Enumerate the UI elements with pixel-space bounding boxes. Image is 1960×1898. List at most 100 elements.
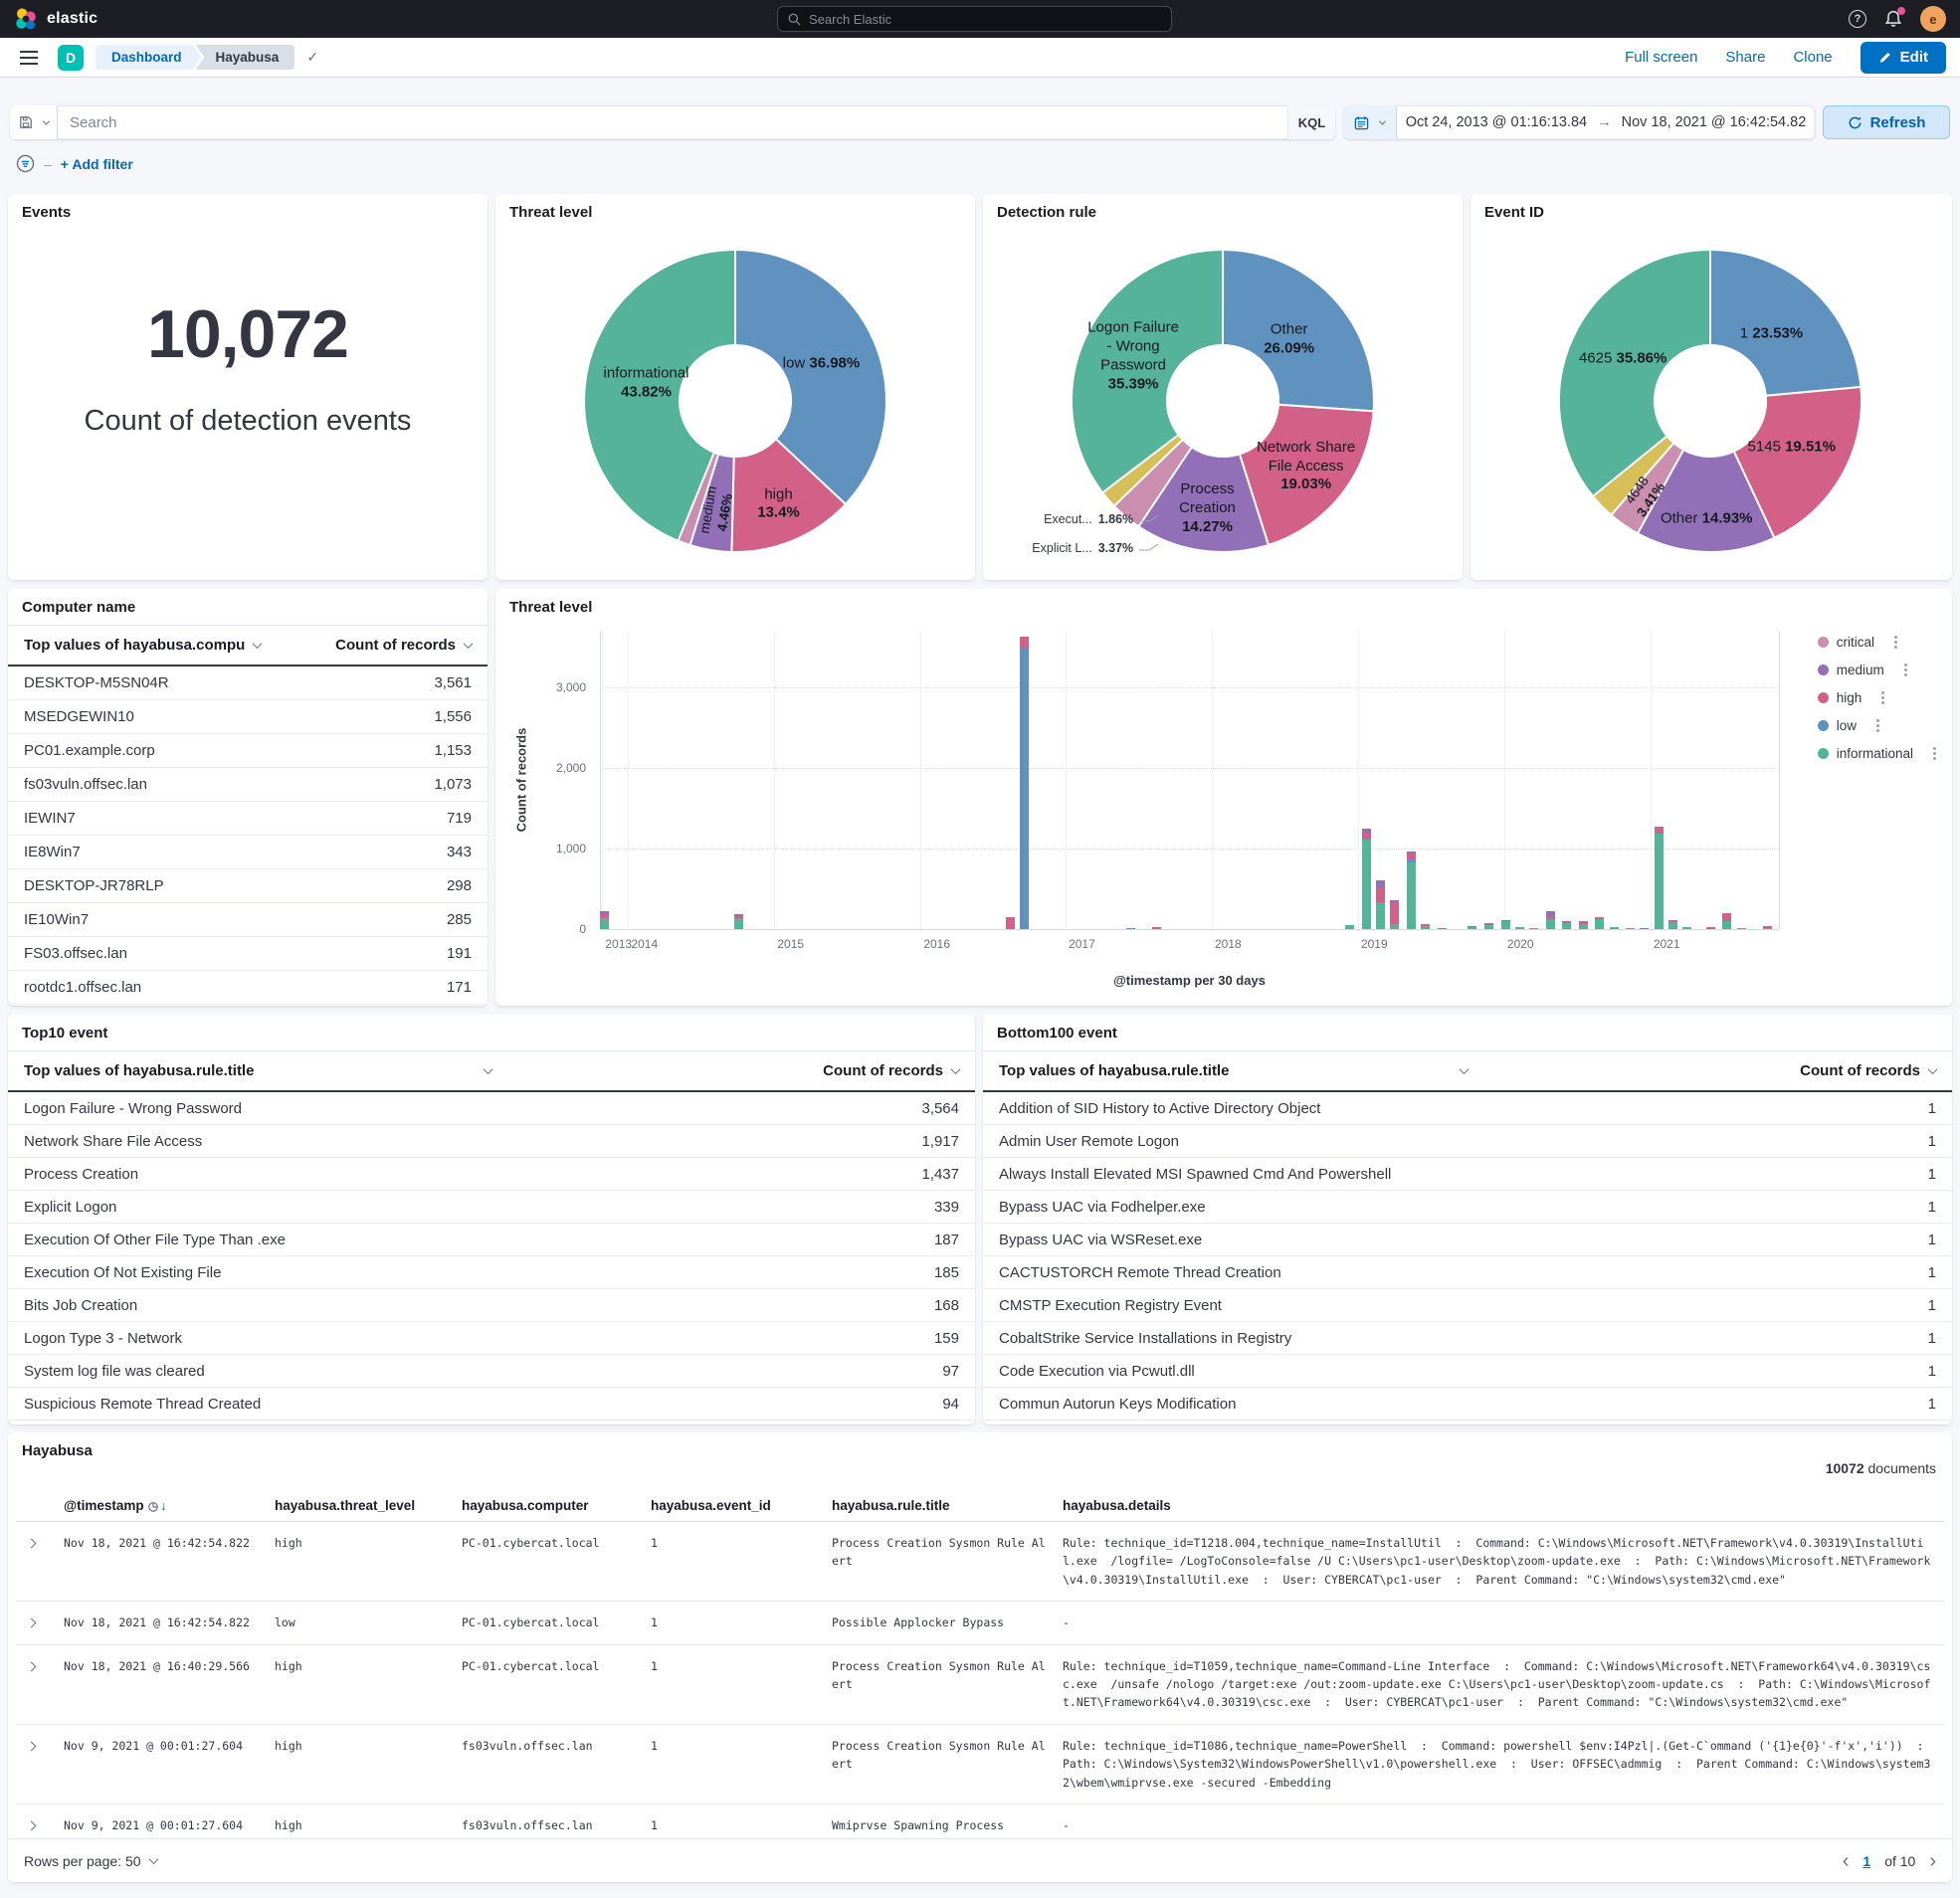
histogram-bar-informational[interactable] (1722, 921, 1731, 929)
check-icon[interactable]: ✓ (306, 49, 318, 66)
histogram-bar-informational[interactable] (1362, 840, 1371, 929)
histogram-bar-high[interactable] (1421, 924, 1430, 926)
histogram-bar-low[interactable] (1407, 858, 1416, 862)
histogram-bar-medium[interactable] (1376, 880, 1385, 887)
help-icon[interactable]: ? (1849, 10, 1866, 28)
histogram-bar-high[interactable] (1438, 928, 1447, 930)
histogram-bar-informational[interactable] (1376, 902, 1385, 929)
table-row[interactable]: fs03vuln.offsec.lan1,073 (8, 768, 488, 802)
share-link[interactable]: Share (1725, 49, 1765, 66)
column-header-values[interactable]: Top values of hayabusa.rule.title (999, 1062, 1468, 1079)
histogram-bar-high[interactable] (1390, 902, 1399, 924)
histogram-bar-medium[interactable] (1579, 921, 1588, 923)
dashboard-app-badge[interactable]: D (58, 45, 84, 71)
table-row[interactable]: Bits Job Creation168 (8, 1289, 975, 1322)
donut-slice-1[interactable] (1710, 250, 1861, 396)
histogram-bar-informational[interactable] (600, 918, 609, 929)
histogram-bar-low[interactable] (1126, 928, 1135, 930)
table-row[interactable]: Network Share File Access1,917 (8, 1125, 975, 1158)
edit-button[interactable]: Edit (1861, 42, 1946, 74)
column-header-count[interactable]: Count of records (1800, 1062, 1936, 1079)
table-row[interactable]: MSEDGEWIN101,556 (8, 700, 488, 734)
histogram-bar-high[interactable] (1006, 917, 1015, 929)
table-row[interactable]: Bypass UAC via WSReset.exe1 (983, 1224, 1952, 1256)
table-row[interactable]: DESKTOP-M5SN04R3,561 (8, 666, 488, 700)
histogram-bar-informational[interactable] (734, 918, 743, 929)
table-row[interactable]: Execution Of Not Existing File185 (8, 1256, 975, 1289)
column-header-values[interactable]: Top values of hayabusa.compu (24, 637, 261, 654)
date-range-picker[interactable]: Oct 24, 2013 @ 01:16:13.84 → Nov 18, 202… (1343, 105, 1815, 139)
histogram-bar-high[interactable] (1468, 926, 1476, 928)
column-header-values[interactable]: Top values of hayabusa.rule.title (24, 1062, 491, 1079)
legend-item-informational[interactable]: informational (1818, 746, 1936, 761)
page-number-current[interactable]: 1 (1862, 1853, 1870, 1869)
histogram-bar-high[interactable] (1484, 923, 1493, 925)
table-row[interactable]: IEWIN7719 (8, 802, 488, 836)
legend-actions-icon[interactable] (1894, 636, 1897, 639)
expand-row-icon[interactable] (27, 1661, 37, 1671)
legend-item-medium[interactable]: medium (1818, 663, 1936, 677)
global-search-input[interactable]: Search Elastic (777, 6, 1172, 32)
histogram-bar-high[interactable] (1763, 926, 1772, 928)
table-row[interactable]: Explicit Logon339 (8, 1191, 975, 1224)
table-row[interactable]: IE8Win7343 (8, 836, 488, 869)
add-filter-link[interactable]: + Add filter (61, 156, 133, 172)
table-row[interactable]: Admin User Remote Logon1 (983, 1125, 1952, 1158)
table-row[interactable]: FS03.offsec.lan191 (8, 937, 488, 971)
date-quick-select-button[interactable] (1343, 105, 1397, 139)
histogram-bar-high[interactable] (1501, 920, 1510, 922)
table-row[interactable]: DESKTOP-JR78RLP298 (8, 869, 488, 903)
sort-desc-icon[interactable]: ↓ (160, 1498, 167, 1513)
histogram-bar-informational[interactable] (1546, 919, 1555, 929)
histogram-bar-informational[interactable] (1421, 926, 1430, 929)
column-header-computer[interactable]: hayabusa.computer (454, 1490, 643, 1522)
histogram-bar-informational[interactable] (1763, 928, 1772, 930)
table-row[interactable]: Addition of SID History to Active Direct… (983, 1092, 1952, 1125)
table-row[interactable]: Execution Of Other File Type Than .exe18… (8, 1224, 975, 1256)
table-row[interactable]: CMSTP Execution Registry Event1 (983, 1289, 1952, 1322)
histogram-bar-medium[interactable] (600, 911, 609, 914)
histogram-bar-high[interactable] (1655, 827, 1664, 834)
histogram-bar-informational[interactable] (1345, 925, 1354, 929)
table-row[interactable]: CACTUSTORCH Remote Thread Creation1 (983, 1256, 1952, 1289)
user-avatar[interactable]: e (1920, 6, 1946, 32)
menu-hamburger-icon[interactable] (20, 57, 38, 59)
histogram-bar-informational[interactable] (1655, 834, 1664, 929)
legend-item-low[interactable]: low (1818, 718, 1936, 733)
table-row[interactable]: Bypass UAC via Fodhelper.exe1 (983, 1191, 1952, 1224)
column-header-count[interactable]: Count of records (335, 637, 472, 654)
kql-search-input[interactable]: Search KQL (10, 105, 1335, 139)
histogram-bar-low[interactable] (1020, 648, 1029, 929)
column-header-details[interactable]: hayabusa.details (1055, 1490, 1944, 1522)
column-header-timestamp[interactable]: @timestamp◷↓ (56, 1490, 267, 1522)
histogram-bar-medium[interactable] (734, 914, 743, 916)
previous-page-button[interactable]: ‹ (1843, 1851, 1850, 1871)
table-row[interactable]: IE10Win7285 (8, 903, 488, 937)
histogram-bar-medium[interactable] (1390, 900, 1399, 902)
histogram-bar-informational[interactable] (1407, 862, 1416, 929)
histogram-bar-informational[interactable] (1501, 921, 1510, 929)
table-row[interactable]: System log file was cleared97 (8, 1355, 975, 1388)
column-header-event-id[interactable]: hayabusa.event_id (643, 1490, 824, 1522)
date-from[interactable]: Oct 24, 2013 @ 01:16:13.84 (1406, 114, 1587, 130)
breadcrumb-dashboard[interactable]: Dashboard (96, 45, 202, 70)
legend-actions-icon[interactable] (1876, 719, 1879, 722)
legend-actions-icon[interactable] (1933, 747, 1936, 750)
histogram-bar-informational[interactable] (1668, 922, 1677, 929)
histogram-bar-informational[interactable] (1737, 928, 1746, 930)
expand-row-icon[interactable] (27, 1741, 37, 1751)
clone-link[interactable]: Clone (1793, 49, 1832, 66)
histogram-bar-informational[interactable] (1595, 919, 1604, 929)
histogram-bar-high[interactable] (734, 916, 743, 918)
histogram-bar-informational[interactable] (1390, 924, 1399, 929)
histogram-bar-high[interactable] (1579, 922, 1588, 924)
histogram-bar-high[interactable] (1562, 921, 1571, 923)
histogram-bar-high[interactable] (1595, 917, 1604, 919)
legend-actions-icon[interactable] (1881, 691, 1884, 694)
expand-row-icon[interactable] (27, 1820, 37, 1830)
table-row[interactable]: Suspicious Remote Thread Created94 (8, 1388, 975, 1421)
legend-item-high[interactable]: high (1818, 690, 1936, 705)
histogram-bar-high[interactable] (1376, 887, 1385, 902)
histogram-bar-high[interactable] (1706, 927, 1715, 929)
table-row[interactable]: Logon Failure - Wrong Password3,564 (8, 1092, 975, 1125)
